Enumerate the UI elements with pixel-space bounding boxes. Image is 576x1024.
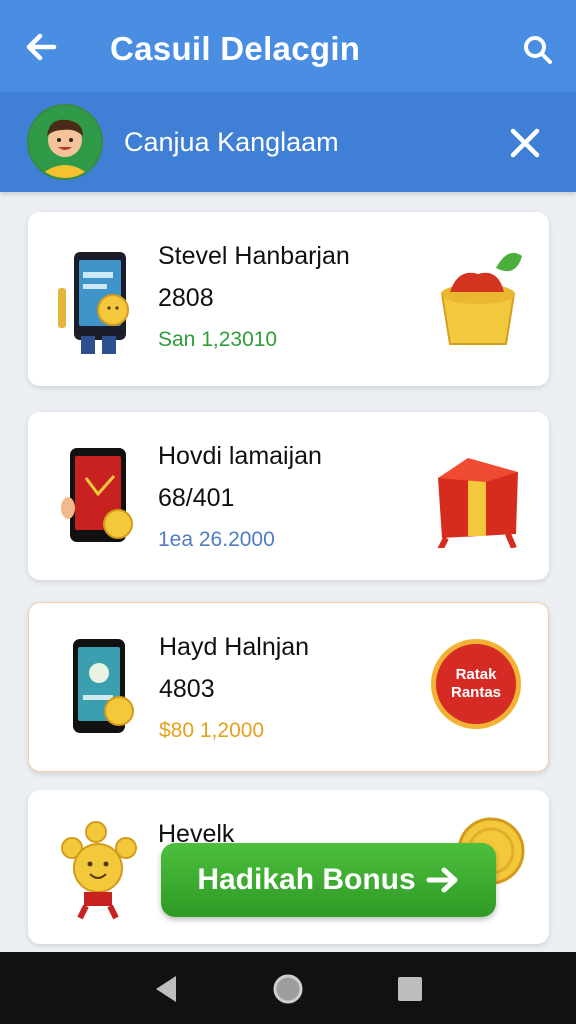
badge-text: Ratak Rantas — [450, 666, 502, 701]
coin-mascot-icon — [61, 821, 137, 920]
arrow-right-icon — [426, 867, 458, 893]
search-icon[interactable] — [522, 34, 554, 66]
app-bar: Casuil Delacgin — [0, 0, 576, 92]
reward-badge-icon: Ratak Rantas — [431, 639, 521, 729]
jam-pot-icon — [440, 252, 522, 345]
list-item[interactable]: Hovdi lamaijan 68/401 1ea 26.2000 — [28, 412, 549, 580]
item-name: Hovdi lamaijan — [158, 442, 322, 470]
gift-box-icon — [437, 458, 518, 548]
item-name: Stevel Hanbarjan — [158, 242, 350, 270]
list-item[interactable]: Hayd Halnjan 4803 $80 1,2000 Ratak Ranta… — [28, 602, 549, 772]
item-subtext: 1ea 26.2000 — [158, 528, 275, 551]
close-icon[interactable] — [506, 124, 544, 162]
bonus-button[interactable]: Hadikah Bonus — [161, 843, 496, 917]
item-value: 68/401 — [158, 484, 235, 512]
profile-name: Canjua Kanglaam — [124, 127, 339, 157]
phone-coin-icon — [61, 448, 133, 542]
item-subtext: $80 1,2000 — [159, 719, 265, 742]
list-item[interactable]: Stevel Hanbarjan 2808 San 1,23010 — [28, 212, 549, 386]
nav-back-icon[interactable] — [150, 972, 184, 1006]
avatar[interactable] — [27, 104, 103, 180]
item-value: 2808 — [158, 284, 214, 312]
nav-home-icon[interactable] — [271, 972, 305, 1006]
item-value: 4803 — [159, 675, 215, 703]
nav-recents-icon[interactable] — [393, 972, 427, 1006]
item-name: Hayd Halnjan — [159, 633, 310, 661]
page-title: Casuil Delacgin — [110, 30, 361, 67]
arrow-left-icon[interactable] — [22, 28, 60, 66]
bonus-button-label: Hadikah Bonus — [197, 863, 416, 896]
item-subtext: San 1,23010 — [158, 328, 278, 351]
phone-coin-icon — [73, 639, 134, 733]
phone-coin-character-icon — [58, 252, 129, 354]
